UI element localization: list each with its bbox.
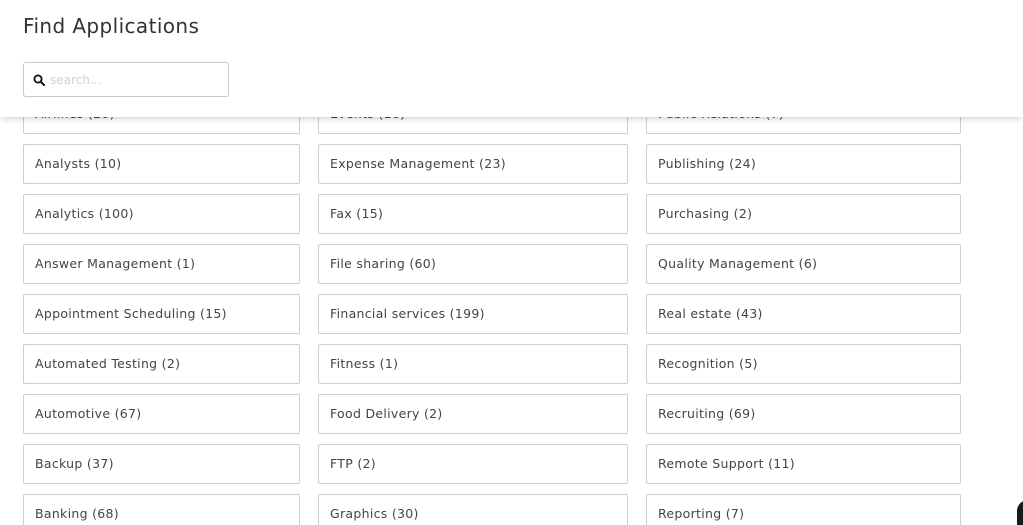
category-item[interactable]: Real estate (43) xyxy=(646,294,961,334)
find-applications-page: Airlines (20) Analysts (10) Analytics (1… xyxy=(0,0,1023,525)
category-item[interactable]: Reporting (7) xyxy=(646,494,961,525)
category-item[interactable]: Fitness (1) xyxy=(318,344,628,384)
search-input[interactable] xyxy=(50,63,222,96)
search-box[interactable] xyxy=(23,62,229,97)
page-header: Find Applications xyxy=(0,0,1023,117)
category-item[interactable]: Automated Testing (2) xyxy=(23,344,300,384)
category-item[interactable]: Remote Support (11) xyxy=(646,444,961,484)
category-item[interactable]: Graphics (30) xyxy=(318,494,628,525)
page-title: Find Applications xyxy=(23,14,200,38)
category-column-2: Events (10) Expense Management (23) Fax … xyxy=(318,94,628,525)
category-item[interactable]: Analysts (10) xyxy=(23,144,300,184)
category-item[interactable]: Food Delivery (2) xyxy=(318,394,628,434)
category-item[interactable]: Automotive (67) xyxy=(23,394,300,434)
category-item[interactable]: Recruiting (69) xyxy=(646,394,961,434)
category-item[interactable]: Publishing (24) xyxy=(646,144,961,184)
category-column-3: Public Relations (7) Publishing (24) Pur… xyxy=(646,94,961,525)
category-item[interactable]: Analytics (100) xyxy=(23,194,300,234)
category-item[interactable]: Backup (37) xyxy=(23,444,300,484)
category-item[interactable]: Appointment Scheduling (15) xyxy=(23,294,300,334)
category-item[interactable]: Quality Management (6) xyxy=(646,244,961,284)
category-item[interactable]: Financial services (199) xyxy=(318,294,628,334)
category-column-1: Airlines (20) Analysts (10) Analytics (1… xyxy=(23,94,300,525)
category-item[interactable]: Purchasing (2) xyxy=(646,194,961,234)
category-item[interactable]: Recognition (5) xyxy=(646,344,961,384)
category-item[interactable]: Banking (68) xyxy=(23,494,300,525)
category-item[interactable]: FTP (2) xyxy=(318,444,628,484)
category-item[interactable]: Expense Management (23) xyxy=(318,144,628,184)
category-item[interactable]: Answer Management (1) xyxy=(23,244,300,284)
category-item[interactable]: File sharing (60) xyxy=(318,244,628,284)
category-item[interactable]: Fax (15) xyxy=(318,194,628,234)
search-icon xyxy=(33,74,45,86)
